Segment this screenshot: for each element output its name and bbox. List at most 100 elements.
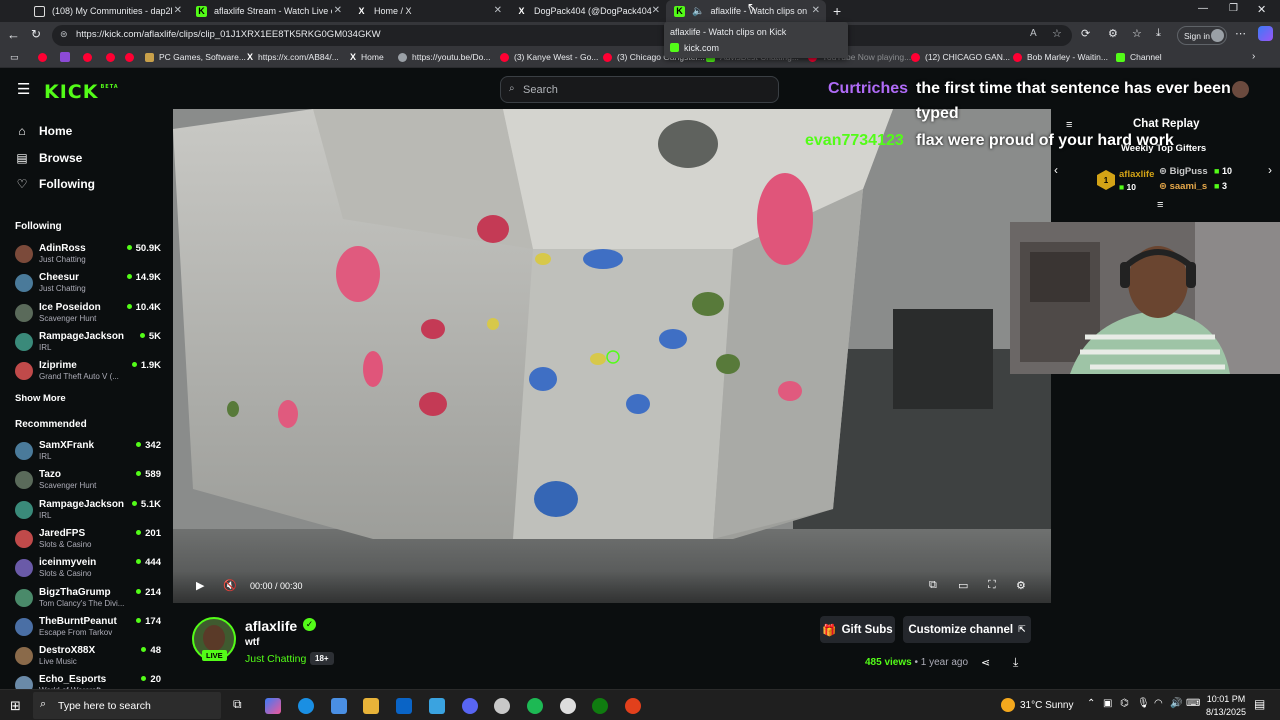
gift-subs-button[interactable]: 🎁 Gift Subs (820, 616, 895, 643)
tab-communities[interactable]: (108) My Communities - dap2k C ✕ (26, 0, 188, 22)
expand-gifters-icon[interactable]: ≡ (1157, 199, 1163, 211)
tray-chevron-icon[interactable]: ⌃ (1087, 698, 1095, 709)
tab-dogpack[interactable]: X DogPack404 (@DogPack404) / X ✕ (508, 0, 666, 22)
taskbar-search-input[interactable]: ⌕ Type here to search (33, 692, 221, 719)
task-view-icon[interactable]: ⧉ (233, 697, 242, 712)
audio-icon[interactable]: 🔈 (692, 6, 704, 17)
close-tab-icon[interactable]: ✕ (812, 5, 820, 16)
sidebar-channel-item[interactable]: SamXFrank IRL 342 (15, 439, 163, 467)
sidebar-channel-item[interactable]: RampageJackson IRL 5.1K (15, 498, 163, 526)
url-bar[interactable]: ⊜ https://kick.com/aflaxlife/clips/clip_… (52, 25, 1072, 46)
sidebar-channel-item[interactable]: Cheesur Just Chatting 14.9K (15, 271, 163, 299)
sidebar-channel-item[interactable]: JaredFPS Slots & Casino 201 (15, 527, 163, 555)
wifi-icon[interactable]: ◠ (1154, 698, 1163, 709)
gifter-name[interactable]: aflaxlife (1119, 169, 1154, 180)
site-info-icon[interactable]: ⊜ (60, 29, 68, 40)
close-tab-icon[interactable]: ✕ (334, 5, 342, 16)
youtube-icon[interactable] (83, 53, 92, 62)
theater-mode-icon[interactable]: ▭ (958, 579, 968, 592)
bookmark-item[interactable]: X Home (350, 52, 384, 62)
reload-icon[interactable]: ↻ (31, 27, 41, 41)
collapse-chat-icon[interactable]: ≡ (1066, 119, 1072, 131)
app-icon[interactable] (625, 698, 641, 714)
spotify-icon[interactable] (527, 698, 543, 714)
channel-name[interactable]: aflaxlife (245, 618, 297, 634)
steam-icon[interactable] (494, 698, 510, 714)
sidebar-channel-item[interactable]: TheBurntPeanut Escape From Tarkov 174 (15, 615, 163, 643)
close-tab-icon[interactable]: ✕ (174, 5, 182, 16)
bookmark-item[interactable]: Channel (1116, 52, 1162, 62)
youtube-icon[interactable] (106, 53, 115, 62)
nav-following[interactable]: ♡ Following (15, 177, 95, 191)
sidebar-channel-item[interactable]: Tazo Scavenger Hunt 589 (15, 468, 163, 496)
notifications-icon[interactable]: ▤ (1254, 697, 1265, 711)
edge-icon[interactable] (298, 698, 314, 714)
close-tab-icon[interactable]: ✕ (652, 5, 660, 16)
obs-icon[interactable] (560, 698, 576, 714)
sidebar-channel-item[interactable]: DestroX88X Live Music 48 (15, 644, 163, 672)
favorites-icon[interactable]: ☆ (1132, 27, 1142, 40)
download-icon[interactable]: ⤓ (1013, 655, 1018, 670)
photos-icon[interactable] (429, 698, 445, 714)
xbox-icon[interactable] (592, 698, 608, 714)
sidebar-channel-item[interactable]: BigzThaGrump Tom Clancy's The Divi... 214 (15, 586, 163, 614)
chat-username[interactable]: evan7734123 (805, 132, 904, 150)
downloads-icon[interactable]: ⤓ (1156, 27, 1161, 40)
clock-date[interactable]: 8/13/2025 (1203, 707, 1249, 717)
weather-text[interactable]: 31°C Sunny (1020, 700, 1073, 711)
gifter-name[interactable]: saami_s (1170, 181, 1208, 192)
network-icon[interactable]: ⌬ (1120, 698, 1129, 709)
kick-logo[interactable]: KICK BETA (44, 81, 119, 103)
pip-icon[interactable]: ⧉ (929, 579, 937, 592)
tab-home-x[interactable]: X Home / X ✕ (348, 0, 508, 22)
customize-channel-button[interactable]: Customize channel ⇱ (903, 616, 1031, 643)
tray-app-icon[interactable]: ▣ (1103, 698, 1112, 709)
file-explorer-icon[interactable] (363, 698, 379, 714)
sidebar-channel-item[interactable]: RampageJackson IRL 5K (15, 330, 163, 358)
gifter-name[interactable]: BigPuss (1170, 166, 1208, 177)
discord-icon[interactable] (462, 698, 478, 714)
clock-time[interactable]: 10:01 PM (1206, 694, 1246, 704)
ime-icon[interactable]: ⌨ (1186, 698, 1200, 709)
sign-in-button[interactable]: Sign in (1177, 26, 1227, 45)
microphone-icon[interactable]: 🎙 (1137, 698, 1150, 709)
settings-icon[interactable]: ⚙ (1016, 579, 1026, 592)
sidebar-channel-item[interactable]: iceinmyvein Slots & Casino 444 (15, 556, 163, 584)
bookmark-star-icon[interactable]: ☆ (1052, 27, 1062, 40)
fullscreen-icon[interactable]: ⛶ (988, 579, 996, 592)
bookmark-item[interactable]: (3) Kanye West - Go... (500, 52, 598, 62)
bookmark-item[interactable]: PC Games, Software... (145, 52, 246, 62)
chevron-right-icon[interactable]: › (1268, 163, 1272, 177)
twitch-icon[interactable] (60, 52, 70, 62)
bookmark-item[interactable]: Bob Marley - Waitin... (1013, 52, 1108, 62)
bookmark-item[interactable]: (12) CHICAGO GAN... (911, 52, 1010, 62)
windows-start-icon[interactable]: ⊞ (10, 698, 21, 714)
mute-icon[interactable]: 🔇 (223, 579, 237, 592)
copilot-icon[interactable] (1258, 26, 1273, 41)
refresh-extension-icon[interactable]: ⟳ (1081, 27, 1090, 40)
chevron-right-icon[interactable]: › (1252, 51, 1255, 62)
tab-aflaxlife-clips[interactable]: K 🔈 aflaxlife - Watch clips on Kick ✕ (666, 0, 826, 22)
sidebar-channel-item[interactable]: Ice Poseidon Scavenger Hunt 10.4K (15, 301, 163, 329)
volume-icon[interactable]: 🔊 (1170, 698, 1182, 709)
category-link[interactable]: Just Chatting (245, 653, 306, 665)
tab-aflaxlife-stream[interactable]: K aflaxlife Stream - Watch Live on K ✕ (188, 0, 348, 22)
minimize-icon[interactable]: — (1198, 3, 1208, 14)
extensions-icon[interactable]: ⚙ (1108, 27, 1118, 40)
menu-icon[interactable]: ☰ (17, 80, 30, 98)
chat-username[interactable]: Curtriches (828, 80, 908, 98)
restore-icon[interactable]: ❐ (1229, 3, 1238, 14)
chevron-left-icon[interactable]: ‹ (1054, 163, 1058, 177)
new-tab-icon[interactable]: + (833, 3, 841, 19)
bookmark-item[interactable]: https://youtu.be/Do... (398, 52, 490, 62)
translate-icon[interactable]: A (1030, 28, 1037, 39)
nav-browse[interactable]: ▤ Browse (15, 151, 82, 165)
outlook-icon[interactable] (396, 698, 412, 714)
youtube-icon[interactable] (38, 53, 47, 62)
sidebar-channel-item[interactable]: AdinRoss Just Chatting 50.9K (15, 242, 163, 270)
sidebar-channel-item[interactable]: Iziprime Grand Theft Auto V (... 1.9K (15, 359, 163, 387)
back-icon[interactable]: ← (7, 27, 20, 42)
search-input[interactable]: ⌕ Search (500, 76, 779, 103)
bookmark-folder-icon[interactable]: ▭ (10, 52, 19, 63)
store-icon[interactable] (331, 698, 347, 714)
